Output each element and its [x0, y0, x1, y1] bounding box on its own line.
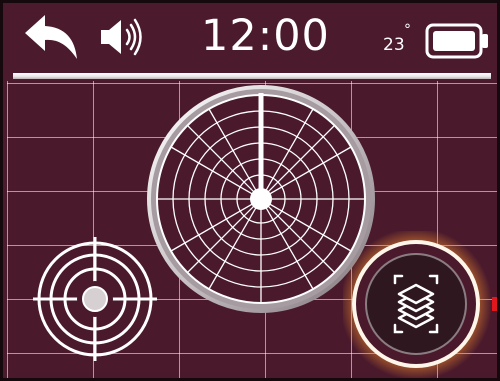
speaker-volume-icon	[101, 18, 142, 56]
battery-icon	[425, 21, 491, 61]
back-button[interactable]	[23, 13, 83, 61]
clock-time: 12:00	[201, 11, 330, 61]
device-screen: 12:00 23 °	[0, 0, 500, 381]
volume-button[interactable]	[99, 15, 151, 59]
layers-icon	[340, 228, 497, 378]
temperature-unit: °	[404, 22, 411, 38]
status-bar: 12:00 23 °	[3, 3, 497, 71]
temperature-value: 23	[383, 35, 405, 55]
battery-full-icon	[425, 23, 488, 59]
layers-button[interactable]	[340, 228, 497, 378]
target-button[interactable]	[29, 233, 161, 365]
header-divider	[13, 73, 491, 79]
crosshair-target-icon	[33, 237, 157, 361]
back-arrow-icon	[25, 15, 77, 59]
